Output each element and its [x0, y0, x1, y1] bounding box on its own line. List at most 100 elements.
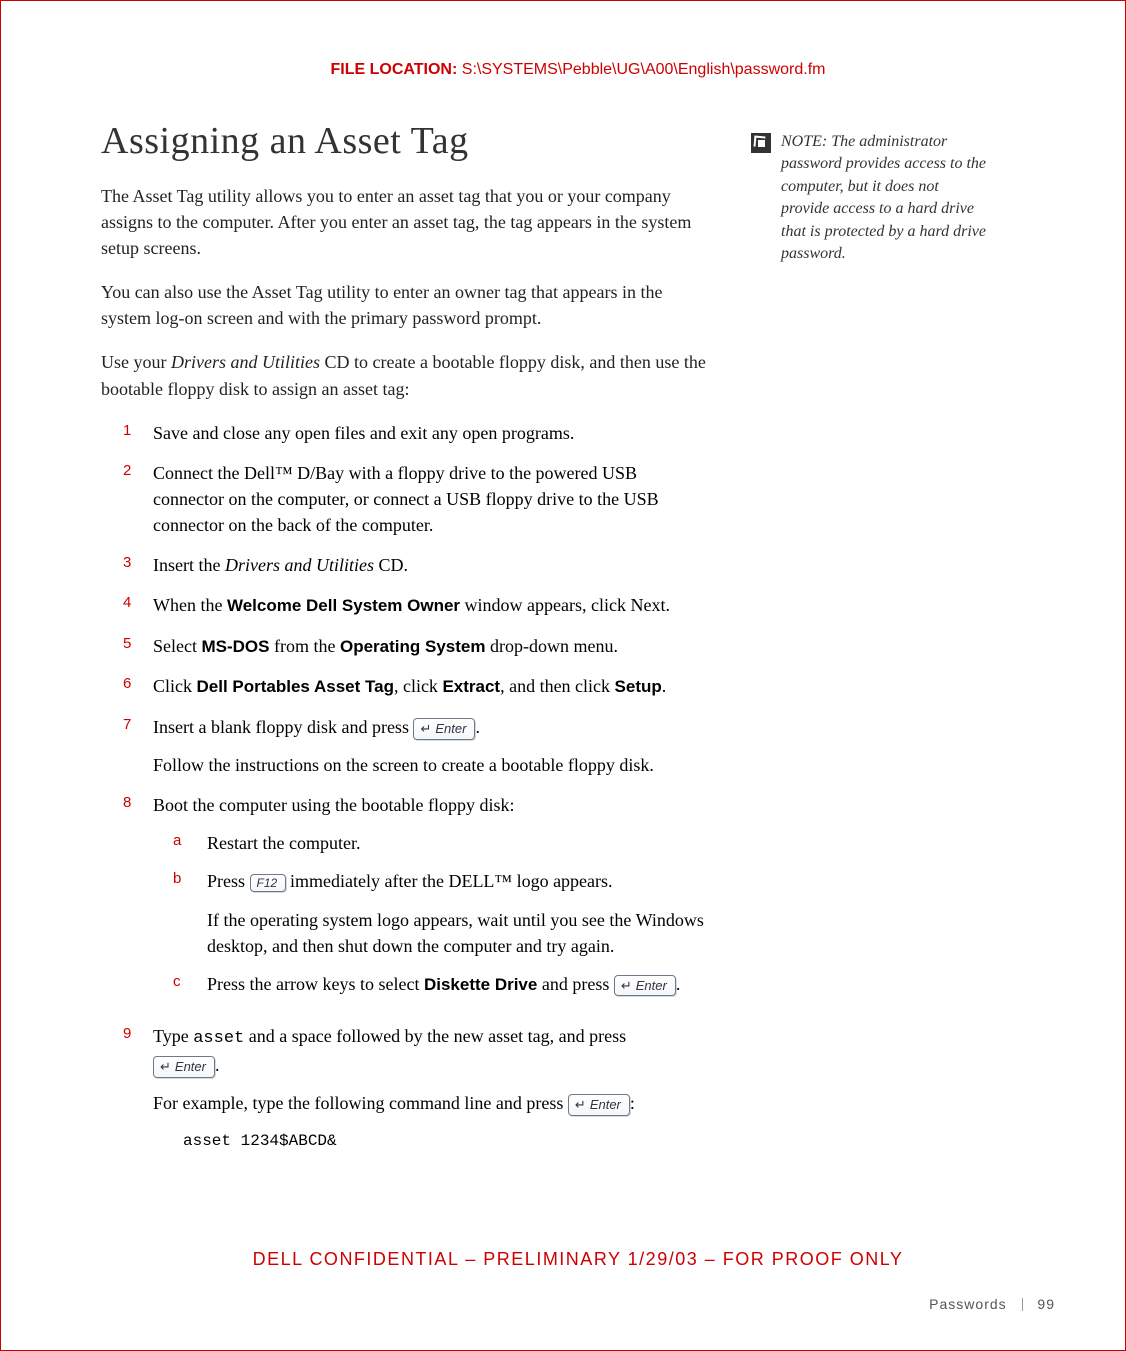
note-text: NOTE: The administrator password provide…	[781, 131, 991, 265]
sub-c-body: Press the arrow keys to select Diskette …	[207, 971, 711, 998]
sca: Press the arrow keys to select	[207, 974, 424, 994]
file-location-label: FILE LOCATION:	[331, 61, 458, 78]
step-num-5: 5	[123, 633, 153, 660]
substep-b: b Press F12 immediately after the DELL™ …	[173, 868, 711, 958]
step-6: 6 Click Dell Portables Asset Tag, click …	[123, 673, 711, 700]
sbb: immediately after the DELL™ logo appears…	[286, 871, 613, 891]
s5d: Operating System	[340, 637, 486, 656]
s6a: Click	[153, 676, 197, 696]
page: FILE LOCATION: S:\SYSTEMS\Pebble\UG\A00\…	[0, 0, 1126, 1351]
scc: and press	[537, 974, 613, 994]
step-7: 7 Insert a blank floppy disk and press ↵…	[123, 714, 711, 778]
s5a: Select	[153, 636, 201, 656]
s6c: , click	[394, 676, 442, 696]
s5e: drop-down menu.	[485, 636, 617, 656]
sub-a-num: a	[173, 830, 207, 856]
enter-key-label: Enter	[435, 721, 466, 736]
step-body-5: Select MS-DOS from the Operating System …	[153, 633, 711, 660]
step-num-8: 8	[123, 792, 153, 1009]
s9f: :	[630, 1093, 635, 1113]
step-num-6: 6	[123, 673, 153, 700]
note-icon	[751, 133, 771, 153]
note-label: NOTE:	[781, 133, 831, 150]
enter-key-icon-3: ↵Enter	[153, 1056, 215, 1078]
step-body-9: Type asset and a space followed by the n…	[153, 1023, 711, 1153]
sub-c-num: c	[173, 971, 207, 998]
step-body-8: Boot the computer using the bootable flo…	[153, 792, 711, 1009]
step-num-9: 9	[123, 1023, 153, 1153]
intro-paragraph-3: Use your Drivers and Utilities CD to cre…	[101, 349, 711, 401]
step-body-7: Insert a blank floppy disk and press ↵En…	[153, 714, 711, 778]
s9c: and a space followed by the new asset ta…	[244, 1026, 626, 1046]
note-block: NOTE: The administrator password provide…	[751, 131, 991, 265]
sub-a-body: Restart the computer.	[207, 830, 711, 856]
intro-3b: Drivers and Utilities	[171, 352, 320, 372]
footer-page: 99	[1037, 1296, 1055, 1312]
intro-paragraph-1: The Asset Tag utility allows you to ente…	[101, 183, 711, 261]
s7a: Insert a blank floppy disk and press	[153, 717, 413, 737]
scb: Diskette Drive	[424, 975, 537, 994]
step-num-4: 4	[123, 592, 153, 619]
step-9: 9 Type asset and a space followed by the…	[123, 1023, 711, 1153]
enter-key-icon-2: ↵Enter	[614, 975, 676, 997]
page-title: Assigning an Asset Tag	[101, 119, 711, 163]
step-body-4: When the Welcome Dell System Owner windo…	[153, 592, 711, 619]
sb-follow: If the operating system logo appears, wa…	[207, 907, 711, 959]
step-body-1: Save and close any open files and exit a…	[153, 420, 711, 446]
s7b: .	[475, 717, 480, 737]
enter-key-icon-4: ↵Enter	[568, 1094, 630, 1116]
s5b: MS-DOS	[201, 637, 269, 656]
s9e: For example, type the following command …	[153, 1093, 568, 1113]
s6b: Dell Portables Asset Tag	[197, 677, 394, 696]
step-body-2: Connect the Dell™ D/Bay with a floppy dr…	[153, 460, 711, 538]
s3c: CD.	[374, 555, 408, 575]
s4a: When the	[153, 595, 227, 615]
enter-label-2: Enter	[636, 978, 667, 993]
s6f: Setup	[615, 677, 662, 696]
substep-a: a Restart the computer.	[173, 830, 711, 856]
footer-separator	[1022, 1298, 1023, 1311]
file-location-header: FILE LOCATION: S:\SYSTEMS\Pebble\UG\A00\…	[101, 61, 1055, 79]
intro-paragraph-2: You can also use the Asset Tag utility t…	[101, 279, 711, 331]
content-columns: Assigning an Asset Tag The Asset Tag uti…	[101, 119, 1055, 1167]
enter-label-3: Enter	[175, 1059, 206, 1074]
sub-b-body: Press F12 immediately after the DELL™ lo…	[207, 868, 711, 958]
enter-key-icon: ↵Enter	[413, 718, 475, 740]
file-location-path: S:\SYSTEMS\Pebble\UG\A00\English\passwor…	[462, 61, 826, 78]
enter-label-4: Enter	[590, 1097, 621, 1112]
f12-key-icon: F12	[250, 874, 286, 892]
s9-follow: For example, type the following command …	[153, 1090, 711, 1116]
footer-section: Passwords	[929, 1296, 1006, 1312]
s9d: .	[215, 1055, 220, 1075]
substep-c: c Press the arrow keys to select Diskett…	[173, 971, 711, 998]
note-body: The administrator password provides acce…	[781, 133, 986, 262]
s8: Boot the computer using the bootable flo…	[153, 795, 514, 815]
confidential-watermark: DELL CONFIDENTIAL – PRELIMINARY 1/29/03 …	[101, 1249, 1055, 1270]
step-5: 5 Select MS-DOS from the Operating Syste…	[123, 633, 711, 660]
sub-b-num: b	[173, 868, 207, 958]
page-footer: Passwords 99	[929, 1296, 1055, 1312]
step-1: 1 Save and close any open files and exit…	[123, 420, 711, 446]
f12-label: F12	[257, 876, 278, 890]
s4b: Welcome Dell System Owner	[227, 596, 460, 615]
s6d: Extract	[442, 677, 500, 696]
step-3: 3 Insert the Drivers and Utilities CD.	[123, 552, 711, 578]
main-column: Assigning an Asset Tag The Asset Tag uti…	[101, 119, 711, 1167]
s6g: .	[662, 676, 667, 696]
scd: .	[676, 974, 681, 994]
steps-list: 1 Save and close any open files and exit…	[123, 420, 711, 1154]
step-4: 4 When the Welcome Dell System Owner win…	[123, 592, 711, 619]
s9b: asset	[193, 1029, 244, 1048]
step-8: 8 Boot the computer using the bootable f…	[123, 792, 711, 1009]
side-column: NOTE: The administrator password provide…	[751, 131, 991, 265]
step-num-3: 3	[123, 552, 153, 578]
code-example: asset 1234$ABCD&	[183, 1130, 711, 1153]
step-body-6: Click Dell Portables Asset Tag, click Ex…	[153, 673, 711, 700]
s3a: Insert the	[153, 555, 225, 575]
step-body-3: Insert the Drivers and Utilities CD.	[153, 552, 711, 578]
substeps-8: a Restart the computer. b Press F12 imme…	[173, 830, 711, 997]
s5c: from the	[269, 636, 339, 656]
s3b: Drivers and Utilities	[225, 555, 374, 575]
s6e: , and then click	[500, 676, 614, 696]
s4c: window appears, click Next.	[460, 595, 670, 615]
